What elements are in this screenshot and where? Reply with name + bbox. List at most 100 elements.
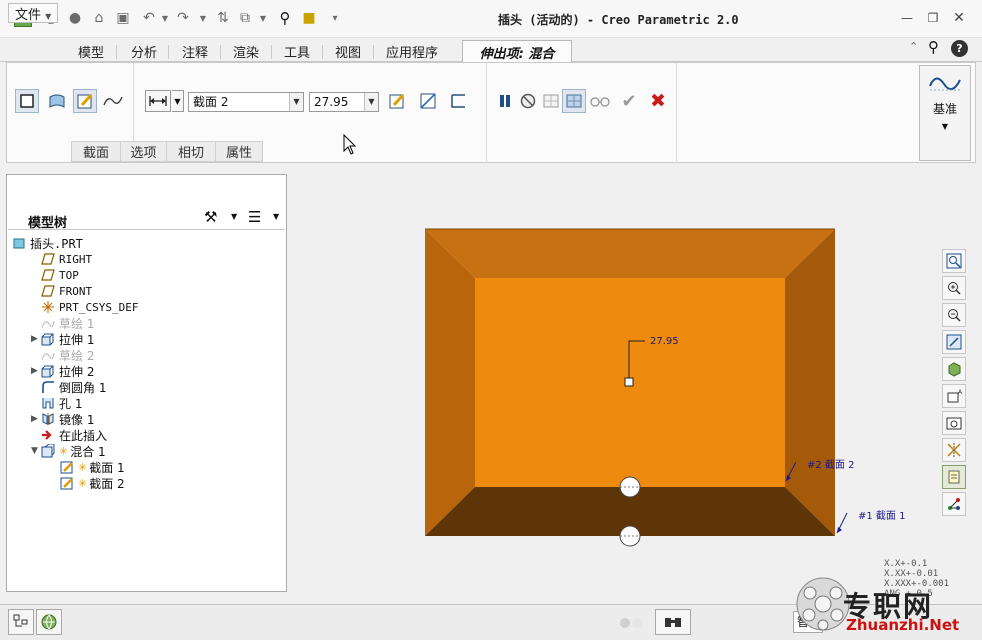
model-tree: 插头.PRT RIGHT TOP FRONT PRT_CSYS_DEF 草绘 1 ▶ 拉伸 1… — [12, 235, 282, 491]
windows-dropdown-icon[interactable]: ▼ — [254, 9, 272, 27]
subtab-options[interactable]: 选项 — [120, 141, 167, 162]
tree-item[interactable]: 插头.PRT — [12, 235, 282, 251]
regenerate-icon[interactable]: ⇅ — [214, 9, 232, 27]
expand-icon[interactable]: ▶ — [31, 334, 41, 344]
tab-view[interactable]: 视图 — [335, 42, 361, 61]
find-icon[interactable] — [655, 609, 691, 635]
open-disc-icon[interactable]: ● — [66, 9, 84, 27]
right-bevel-face — [785, 229, 835, 536]
tab-tools[interactable]: 工具 — [284, 42, 310, 61]
surface-icon[interactable] — [45, 89, 69, 113]
tree-item[interactable]: ▶ 镜像 1 — [12, 411, 282, 427]
subtab-properties[interactable]: 属性 — [215, 141, 263, 162]
expand-icon[interactable]: ▶ — [31, 366, 41, 376]
close-icon[interactable]: ✕ — [950, 10, 968, 26]
tree-item[interactable]: ▶ 拉伸 1 — [12, 331, 282, 347]
datum-display-icon[interactable] — [942, 438, 966, 462]
window-title: 插头 (活动的) - Creo Parametric 2.0 — [498, 13, 739, 27]
tree-item[interactable]: 在此插入 — [12, 427, 282, 443]
spin-center-icon[interactable] — [942, 492, 966, 516]
part-icon — [12, 236, 26, 250]
graphics-viewport[interactable] — [400, 215, 920, 555]
zoom-out-icon[interactable] — [942, 303, 966, 327]
flip-direction-icon[interactable] — [416, 89, 440, 113]
depth-type-dropdown-icon[interactable]: ▼ — [172, 90, 184, 112]
solid-icon[interactable] — [15, 89, 39, 113]
confirm-check-icon[interactable]: ✔ — [617, 89, 641, 113]
chevron-down-icon: ▼ — [289, 93, 303, 111]
tab-analysis[interactable]: 分析 — [131, 42, 157, 61]
datum-group-button[interactable]: 基准 ▼ — [919, 65, 971, 161]
pause-icon[interactable] — [493, 89, 517, 113]
view-manager-icon[interactable] — [942, 411, 966, 435]
depth-value-input[interactable]: 27.95 ▼ — [309, 92, 379, 112]
dimension-value[interactable]: 27.95 — [650, 336, 679, 347]
datum-plane-icon — [41, 268, 55, 282]
zoom-in-icon[interactable] — [942, 276, 966, 300]
save-icon[interactable]: ▣ — [114, 9, 132, 27]
repaint-icon[interactable] — [942, 330, 966, 354]
tree-item-label: 镜像 1 — [59, 412, 95, 427]
subtab-sections[interactable]: 截面 — [71, 141, 121, 162]
section-select[interactable]: 截面 2 ▼ — [188, 92, 304, 112]
dimension-drag-handle[interactable] — [624, 377, 634, 387]
tree-item[interactable]: FRONT — [12, 283, 282, 299]
undo-dropdown-icon[interactable]: ▼ — [156, 9, 174, 27]
no-preview-icon[interactable] — [516, 89, 540, 113]
tree-item-label: 截面 2 — [89, 476, 125, 491]
tree-item[interactable]: ✳ 截面 2 — [12, 475, 282, 491]
saved-orientations-icon[interactable]: AB — [942, 384, 966, 408]
glasses-icon[interactable] — [588, 89, 612, 113]
search-icon[interactable]: ⚲ — [276, 9, 294, 27]
tree-filters-dropdown-icon[interactable]: ▼ — [273, 212, 279, 221]
expand-icon[interactable]: ▶ — [31, 414, 41, 424]
preview-mesh-icon[interactable] — [539, 89, 563, 113]
collapse-icon[interactable]: ▼ — [31, 446, 41, 456]
tree-settings-icon[interactable]: ⚒ — [204, 208, 217, 226]
tab-model[interactable]: 模型 — [78, 42, 104, 61]
curve-icon[interactable] — [101, 89, 125, 113]
tree-item[interactable]: ▶ 拉伸 2 — [12, 363, 282, 379]
restore-icon[interactable]: ❐ — [924, 10, 942, 26]
tree-settings-dropdown-icon[interactable]: ▼ — [231, 212, 237, 221]
tree-item[interactable]: 倒圆角 1 — [12, 379, 282, 395]
sketch-edit-icon[interactable] — [73, 89, 97, 113]
sketch-icon — [41, 316, 55, 330]
verify-mode-icon[interactable] — [562, 89, 586, 113]
display-style-icon[interactable] — [942, 357, 966, 381]
show-navigator-icon[interactable] — [8, 609, 34, 635]
redo-dropdown-icon[interactable]: ▼ — [194, 9, 212, 27]
sketch-section-icon[interactable] — [385, 89, 409, 113]
depth-type-icon[interactable] — [145, 90, 171, 112]
redo-icon[interactable]: ↷ — [174, 9, 192, 27]
tree-item[interactable]: TOP — [12, 267, 282, 283]
tree-item[interactable]: RIGHT — [12, 251, 282, 267]
tree-item[interactable]: PRT_CSYS_DEF — [12, 299, 282, 315]
help-icon[interactable]: ? — [951, 40, 968, 57]
tree-item[interactable]: 草绘 1 — [12, 315, 282, 331]
tree-filters-icon[interactable]: ☰ — [248, 208, 261, 226]
tab-applications[interactable]: 应用程序 — [386, 42, 438, 61]
refit-icon[interactable] — [942, 249, 966, 273]
tab-extrude-blend[interactable]: 伸出项: 混合 — [462, 40, 572, 63]
datum-label: 基准 — [932, 102, 957, 116]
close-window-icon[interactable]: ■ — [300, 9, 318, 27]
tab-render[interactable]: 渲染 — [233, 42, 259, 61]
cancel-x-icon[interactable]: ✖ — [646, 89, 670, 113]
tree-item[interactable]: ✳ 截面 1 — [12, 459, 282, 475]
minimize-icon[interactable]: — — [898, 10, 916, 26]
tree-item[interactable]: ▼ ✳ 混合 1 — [12, 443, 282, 459]
remove-material-icon[interactable] — [446, 89, 470, 113]
ribbon-search-icon[interactable]: ⚲ — [928, 38, 939, 56]
tab-annotate[interactable]: 注释 — [182, 42, 208, 61]
tree-item[interactable]: 草绘 2 — [12, 347, 282, 363]
windows-icon[interactable]: ⧉ — [236, 9, 254, 27]
annotation-display-icon[interactable] — [942, 465, 966, 489]
customize-toolbar-icon[interactable]: ▾ — [326, 9, 344, 27]
open-folder-icon[interactable]: ⌂ — [90, 9, 108, 27]
tree-item[interactable]: 孔 1 — [12, 395, 282, 411]
file-menu[interactable]: 文件 ▼ — [8, 3, 59, 23]
show-browser-icon[interactable] — [36, 609, 62, 635]
collapse-ribbon-icon[interactable]: ⌃ — [909, 40, 918, 53]
subtab-tangency[interactable]: 相切 — [166, 141, 216, 162]
